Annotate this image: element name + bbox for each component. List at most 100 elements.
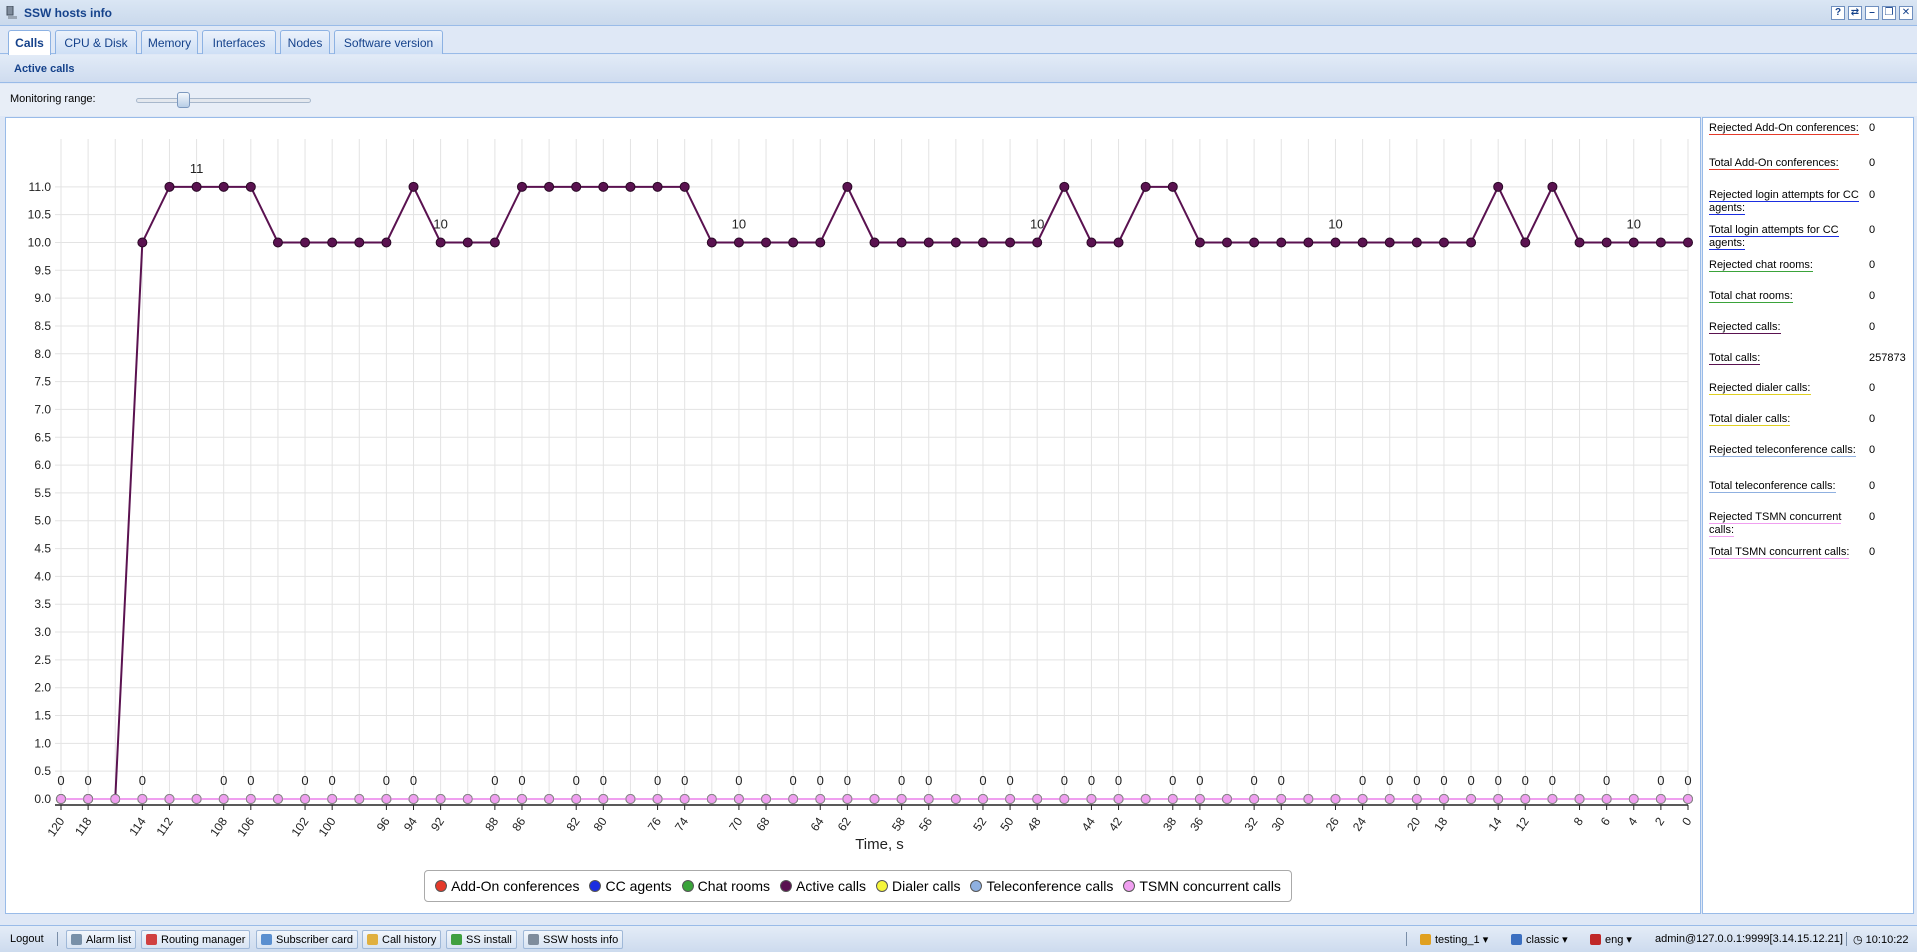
info-value: 0 (1869, 189, 1876, 201)
y-tick-label: 4.5 (34, 542, 51, 556)
taskbar-call-history[interactable]: Call history (362, 930, 442, 949)
data-label: 0 (139, 773, 146, 788)
legend-item[interactable]: Add-On conferences (435, 878, 579, 894)
info-label-text: Rejected login attempts for CC agents: (1709, 189, 1859, 215)
data-point (1005, 794, 1016, 804)
taskbar-subscriber-card[interactable]: Subscriber card (256, 930, 359, 949)
data-point (1655, 237, 1666, 248)
theme-selector[interactable]: classic ▾ (1507, 930, 1572, 949)
data-point (869, 237, 880, 248)
data-point (1086, 794, 1097, 804)
refresh-button[interactable]: ⇄ (1848, 6, 1862, 20)
data-point (1438, 237, 1449, 248)
info-label-text: Rejected dialer calls: (1709, 382, 1811, 395)
legend-item[interactable]: CC agents (589, 878, 672, 894)
data-point (354, 794, 365, 804)
legend-item[interactable]: Dialer calls (876, 878, 960, 894)
monitoring-range-thumb[interactable] (177, 92, 191, 108)
data-label: 0 (518, 773, 525, 788)
data-point (761, 794, 772, 804)
data-label: 0 (1657, 773, 1664, 788)
restore-button[interactable]: ❐ (1882, 6, 1896, 20)
data-label: 10 (732, 216, 746, 231)
info-label: Rejected login attempts for CC agents: (1709, 189, 1859, 215)
data-point (1628, 794, 1639, 804)
taskbar-ss-install[interactable]: SS install (446, 930, 517, 949)
data-point (354, 237, 365, 248)
taskbar-ssw-hosts-info[interactable]: SSW hosts info (523, 930, 624, 949)
data-point (1222, 237, 1233, 248)
y-tick-label: 3.0 (34, 625, 51, 639)
monitoring-range-slider[interactable] (136, 98, 311, 103)
y-tick-label: 2.5 (34, 653, 51, 667)
data-point (706, 237, 717, 248)
info-label: Total TSMN concurrent calls: (1709, 546, 1859, 559)
x-tick-label: 92 (428, 814, 447, 833)
taskbar-routing-manager[interactable]: Routing manager (141, 930, 251, 949)
x-tick-label: 112 (153, 814, 176, 838)
data-label: 0 (573, 773, 580, 788)
data-point (869, 794, 880, 804)
data-point (1411, 237, 1422, 248)
tab-strip: Calls CPU & Disk Memory Interfaces Nodes… (0, 26, 1917, 55)
data-point (1411, 794, 1422, 804)
legend-swatch (1123, 880, 1136, 892)
data-point (300, 794, 311, 804)
legend-item[interactable]: Active calls (779, 878, 866, 894)
data-point (679, 181, 690, 192)
legend-item[interactable]: Chat rooms (681, 878, 770, 894)
info-value: 0 (1869, 382, 1876, 394)
data-point (1032, 794, 1043, 804)
data-label: 0 (1115, 773, 1122, 788)
language-selector[interactable]: eng ▾ (1586, 930, 1636, 949)
tab-interfaces[interactable]: Interfaces (202, 30, 276, 54)
tab-calls[interactable]: Calls (8, 30, 51, 55)
x-tick-label: 12 (1513, 814, 1532, 833)
legend-item[interactable]: Teleconference calls (970, 878, 1113, 894)
y-tick-label: 6.0 (34, 458, 51, 472)
x-tick-label: 80 (591, 814, 610, 833)
data-label: 0 (1359, 773, 1366, 788)
x-tick-label: 74 (672, 814, 691, 833)
tab-memory[interactable]: Memory (141, 30, 198, 54)
legend-item[interactable]: TSMN concurrent calls (1123, 878, 1281, 894)
phone-icon (367, 934, 378, 945)
profile-selector[interactable]: testing_1 ▾ (1416, 930, 1492, 949)
data-point (1601, 237, 1612, 248)
info-label-text: Total Add-On conferences: (1709, 157, 1839, 170)
y-tick-label: 2.0 (34, 681, 51, 695)
data-label: 0 (1088, 773, 1095, 788)
data-point (1601, 794, 1612, 804)
data-point (1222, 794, 1233, 804)
data-point (56, 794, 66, 804)
x-tick-label: 44 (1079, 814, 1098, 833)
data-point (761, 237, 772, 248)
data-label: 0 (84, 773, 91, 788)
monitoring-range-label: Monitoring range: (10, 93, 96, 105)
data-label: 10 (433, 216, 447, 231)
x-tick-label: 50 (997, 814, 1016, 833)
x-tick-label: 76 (645, 814, 664, 833)
data-point (733, 237, 744, 248)
help-button[interactable]: ? (1831, 6, 1845, 20)
data-label: 0 (220, 773, 227, 788)
y-tick-label: 5.5 (34, 486, 51, 500)
taskbar-alarm-list[interactable]: Alarm list (66, 930, 137, 949)
tab-software-version[interactable]: Software version (334, 30, 443, 54)
data-point (327, 794, 338, 804)
info-value: 0 (1869, 546, 1876, 558)
x-tick-label: 36 (1187, 814, 1206, 833)
data-point (1384, 794, 1395, 804)
x-tick-label: 108 (207, 814, 230, 839)
info-label: Total login attempts for CC agents: (1709, 224, 1859, 250)
logout-link[interactable]: Logout (6, 930, 48, 949)
data-point (1493, 181, 1504, 192)
tab-cpu-disk[interactable]: CPU & Disk (55, 30, 137, 54)
tab-nodes[interactable]: Nodes (280, 30, 330, 54)
close-button[interactable]: ✕ (1899, 6, 1913, 20)
minimize-button[interactable]: – (1865, 6, 1879, 20)
data-point (1113, 794, 1124, 804)
data-point (462, 237, 473, 248)
data-label: 0 (735, 773, 742, 788)
chevron-down-icon: ▾ (1562, 934, 1568, 946)
